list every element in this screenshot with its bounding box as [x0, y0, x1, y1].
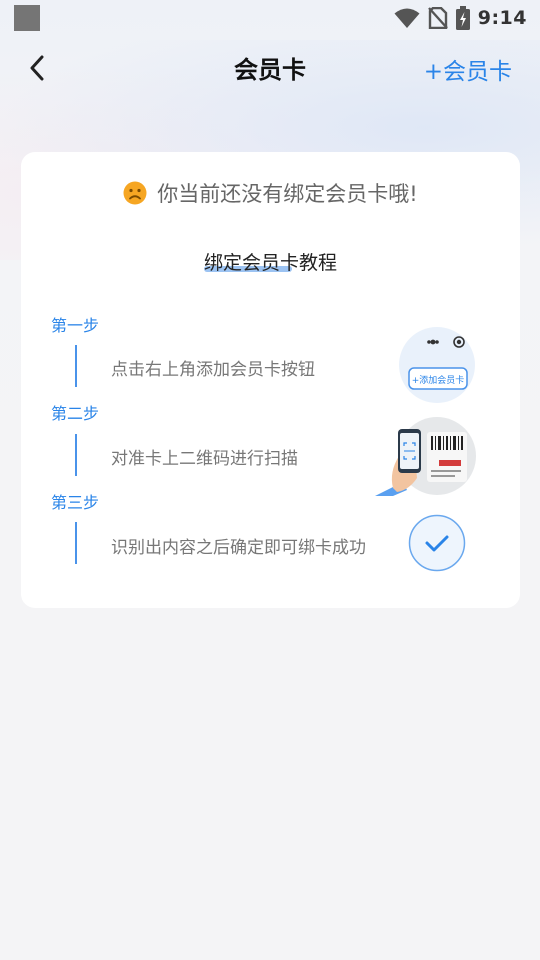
step-2-description: 对准卡上二维码进行扫描 [111, 449, 298, 469]
step-1-illustration: +添加会员卡 [398, 326, 476, 404]
status-bar: 9:14 [0, 0, 540, 36]
tutorial-title-text: 绑定会员卡教程 [203, 252, 337, 274]
step-2-illustration [373, 416, 477, 496]
clock-time: 9:14 [477, 7, 527, 29]
step-2-label: 第二步 [51, 404, 100, 423]
wifi-icon [394, 8, 420, 28]
status-icons: 9:14 [394, 6, 527, 30]
tutorial-title: 绑定会员卡教程 [21, 248, 520, 275]
empty-state-card: 你当前还没有绑定会员卡哦! 绑定会员卡教程 第一步 点击右上角添加会员卡按钮 +… [21, 152, 520, 608]
notification-icon [14, 5, 40, 31]
navigation-bar: 会员卡 +会员卡 [0, 38, 540, 98]
empty-state-row: 你当前还没有绑定会员卡哦! [21, 178, 520, 208]
step-2-line [75, 434, 77, 476]
member-card-page: 9:14 会员卡 +会员卡 你当前还没有绑定会员卡哦! 绑定会员卡教程 第一步 … [0, 0, 540, 960]
illustration-add-card-label: +添加会员卡 [411, 376, 465, 386]
step-3-line [75, 522, 77, 564]
step-1-line [75, 345, 77, 387]
empty-state-message: 你当前还没有绑定会员卡哦! [157, 182, 418, 206]
sad-face-icon [123, 181, 147, 205]
step-3-description: 识别出内容之后确定即可绑卡成功 [111, 538, 366, 558]
step-1-description: 点击右上角添加会员卡按钮 [111, 360, 315, 380]
check-circle-icon [408, 514, 466, 572]
step-1-label: 第一步 [51, 316, 100, 335]
no-sim-icon [427, 7, 448, 29]
battery-charging-icon [455, 6, 470, 30]
add-member-card-button[interactable]: +会员卡 [424, 52, 512, 86]
step-3-label: 第三步 [51, 493, 100, 512]
